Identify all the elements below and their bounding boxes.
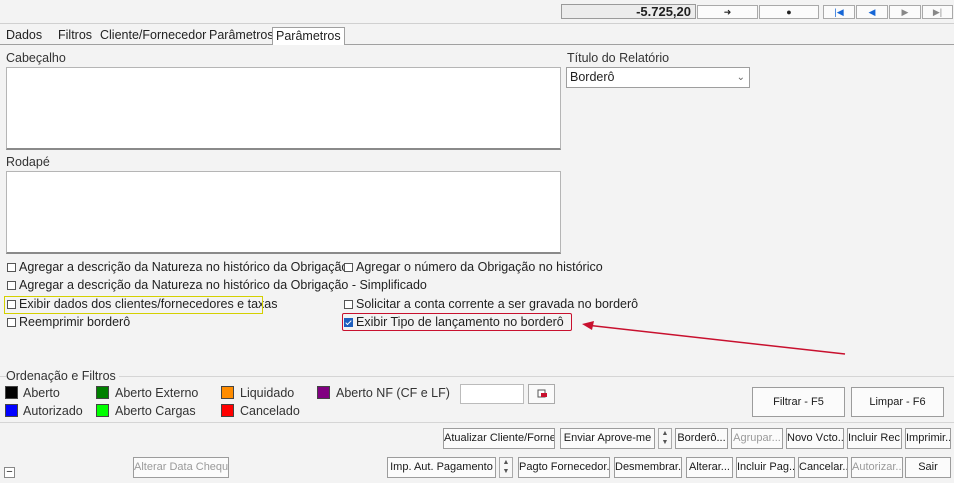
checkbox-agregar-natureza-simplificado[interactable]: Agregar a descrição da Natureza no histó… — [7, 278, 427, 293]
record-icon: ● — [786, 7, 792, 17]
checkbox-box[interactable] — [344, 300, 353, 309]
first-icon: |◀ — [834, 7, 844, 17]
filter-button[interactable]: Filtrar - F5 — [752, 387, 845, 417]
header-textarea[interactable] — [6, 67, 561, 150]
tab-parametros-bordero[interactable]: Parâmetros do Borderô — [272, 27, 345, 60]
clear-button[interactable]: Limpar - F6 — [851, 387, 944, 417]
pay-supplier-button[interactable]: Pagto Fornecedor... — [518, 457, 610, 478]
include-pay-button[interactable]: Incluir Pag... — [736, 457, 795, 478]
ordering-title: Ordenação e Filtros — [6, 369, 119, 383]
legend-swatch-cancelado — [221, 404, 234, 417]
filter-input[interactable] — [460, 384, 524, 404]
last-record-button[interactable]: ▶| — [922, 5, 953, 19]
checkbox-box[interactable] — [7, 318, 16, 327]
payment-spinner[interactable]: ▲ ▼ — [499, 457, 513, 478]
collapse-icon[interactable]: − — [4, 467, 15, 478]
print-button[interactable]: Imprimir... — [905, 428, 951, 449]
actions-divider — [0, 422, 954, 423]
checkbox-label: Reemprimir borderô — [19, 315, 131, 329]
new-due-button[interactable]: Novo Vcto... — [786, 428, 844, 449]
tab-dados[interactable]: Dados — [3, 27, 45, 45]
last-icon: ▶| — [932, 7, 943, 17]
footer-label: Rodapé — [6, 155, 50, 169]
checkbox-label: Solicitar a conta corrente a ser gravada… — [356, 297, 639, 311]
header-label: Cabeçalho — [6, 51, 66, 65]
checkbox-agregar-numero[interactable]: Agregar o número da Obrigação no históri… — [344, 260, 603, 275]
legend-label-aberto-cargas: Aberto Cargas — [115, 404, 196, 418]
authorize-button[interactable]: Autorizar... — [851, 457, 903, 478]
next-icon: ▶ — [901, 7, 909, 17]
top-toolbar: -5.725,20 ➜ ● |◀ ◀ ▶ ▶| — [0, 0, 954, 24]
yellow-highlight — [4, 296, 263, 314]
red-highlight — [342, 313, 572, 331]
report-title-label: Título do Relatório — [567, 51, 670, 65]
total-display: -5.725,20 — [561, 4, 696, 19]
first-record-button[interactable]: |◀ — [823, 5, 855, 19]
legend-label-liquidado: Liquidado — [240, 386, 295, 400]
approve-spinner[interactable]: ▲ ▼ — [658, 428, 672, 449]
split-button[interactable]: Desmembrar... — [614, 457, 682, 478]
exit-button[interactable]: Sair — [905, 457, 951, 478]
tab-cliente-fornecedor[interactable]: Cliente/Fornecedor — [97, 27, 209, 45]
cancel-button[interactable]: Cancelar... — [798, 457, 848, 478]
section-divider — [0, 376, 954, 377]
legend-label-autorizado: Autorizado — [23, 404, 83, 418]
checkbox-reemprimir[interactable]: Reemprimir borderô — [7, 315, 130, 330]
chevron-down-icon: ⌄ — [736, 72, 745, 83]
checkbox-box[interactable] — [7, 263, 16, 272]
alter-button[interactable]: Alterar... — [686, 457, 733, 478]
checkbox-solicitar-conta[interactable]: Solicitar a conta corrente a ser gravada… — [344, 297, 638, 312]
legend-label-cancelado: Cancelado — [240, 404, 300, 418]
legend-label-aberto-externo: Aberto Externo — [115, 386, 199, 400]
tab-filtros[interactable]: Filtros — [55, 27, 95, 45]
legend-swatch-aberto-cargas — [96, 404, 109, 417]
imp-aut-payment-button[interactable]: Imp. Aut. Pagamento — [387, 457, 496, 478]
include-rec-button[interactable]: Incluir Rec... — [847, 428, 902, 449]
filter-options-button[interactable] — [528, 384, 555, 404]
checkbox-box[interactable] — [7, 281, 16, 290]
update-client-button[interactable]: Atualizar Cliente/Fornec — [443, 428, 555, 449]
record-nav-button[interactable]: ● — [759, 5, 819, 19]
checkbox-box[interactable] — [344, 263, 353, 272]
send-nav-button[interactable]: ➜ — [697, 5, 758, 19]
legend-swatch-aberto-externo — [96, 386, 109, 399]
group-button[interactable]: Agrupar... — [731, 428, 783, 449]
checkbox-agregar-natureza[interactable]: Agregar a descrição da Natureza no histó… — [7, 260, 348, 275]
legend-swatch-aberto-nf — [317, 386, 330, 399]
send-icon: ➜ — [723, 7, 732, 17]
legend-swatch-autorizado — [5, 404, 18, 417]
footer-textarea[interactable] — [6, 171, 561, 254]
previous-record-button[interactable]: ◀ — [856, 5, 888, 19]
send-approve-button[interactable]: Enviar Aprove-me — [560, 428, 655, 449]
report-title-value: Borderô — [570, 70, 615, 84]
next-record-button[interactable]: ▶ — [889, 5, 921, 19]
report-title-select[interactable]: Borderô ⌄ — [566, 67, 750, 88]
tab-parametros[interactable]: Parâmetros — [206, 27, 277, 45]
legend-label-aberto: Aberto — [23, 386, 60, 400]
flag-icon — [537, 389, 547, 398]
checkbox-label: Agregar a descrição da Natureza no histó… — [19, 278, 427, 292]
checkbox-label: Agregar o número da Obrigação no históri… — [356, 260, 603, 274]
bordero-button[interactable]: Borderô... — [675, 428, 728, 449]
alter-check-date-button[interactable]: Alterar Data Cheque — [133, 457, 229, 478]
legend-label-aberto-nf: Aberto NF (CF e LF) — [336, 386, 450, 400]
legend-swatch-aberto — [5, 386, 18, 399]
checkbox-label: Agregar a descrição da Natureza no histó… — [19, 260, 349, 274]
legend-swatch-liquidado — [221, 386, 234, 399]
annotation-arrow-icon — [582, 321, 846, 355]
prev-icon: ◀ — [868, 7, 876, 17]
